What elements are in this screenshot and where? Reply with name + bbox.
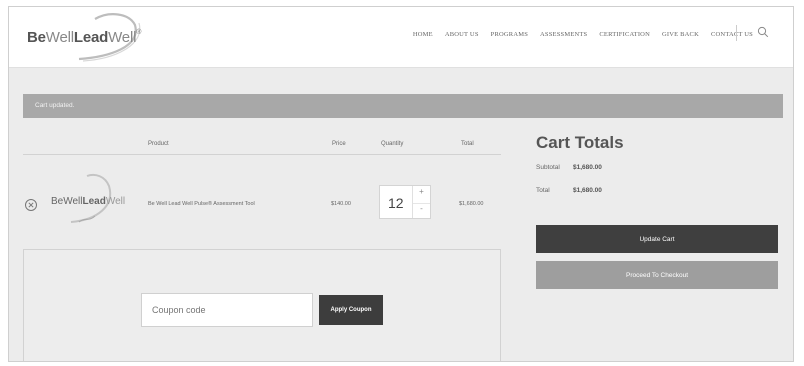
product-logo-lead: Lead <box>82 196 106 207</box>
table-header-divider <box>23 154 501 155</box>
subtotal-label: Subtotal <box>536 164 560 171</box>
browser-frame: BeWellLeadWell® HOME ABOUT US PROGRAMS A… <box>8 6 794 362</box>
remove-item-icon[interactable] <box>24 198 38 212</box>
logo-well: Well <box>45 29 74 46</box>
coupon-code-input[interactable] <box>141 293 313 327</box>
product-name-link[interactable]: Be Well Lead Well Pulse® Assessment Tool <box>148 201 255 207</box>
main-nav: HOME ABOUT US PROGRAMS ASSESSMENTS CERTI… <box>413 31 753 38</box>
nav-home[interactable]: HOME <box>413 31 433 38</box>
quantity-decrease-button[interactable]: - <box>413 203 430 220</box>
nav-certification[interactable]: CERTIFICATION <box>599 31 650 38</box>
col-header-price: Price <box>332 141 346 147</box>
nav-contact-us[interactable]: CONTACT US <box>711 31 753 38</box>
total-label: Total <box>536 187 550 194</box>
product-logo-text: BeWellLeadWell <box>51 196 125 207</box>
proceed-to-checkout-button[interactable]: Proceed To Checkout <box>536 261 778 289</box>
site-header: BeWellLeadWell® HOME ABOUT US PROGRAMS A… <box>9 7 793 68</box>
update-cart-button[interactable]: Update Cart <box>536 225 778 253</box>
col-header-product: Product <box>148 141 169 147</box>
nav-give-back[interactable]: GIVE BACK <box>662 31 699 38</box>
total-value: $1,680.00 <box>573 187 602 194</box>
product-logo-bewell: BeWell <box>51 196 83 207</box>
product-price: $140.00 <box>331 201 351 207</box>
quantity-stepper[interactable]: 12 + - <box>379 185 431 219</box>
subtotal-value: $1,680.00 <box>573 164 602 171</box>
product-logo-well: Well <box>105 196 126 207</box>
col-header-quantity: Quantity <box>381 141 404 147</box>
col-header-total: Total <box>461 141 474 147</box>
quantity-increase-button[interactable]: + <box>413 187 430 203</box>
logo-registered: ® <box>136 29 142 36</box>
cart-updated-notice: Cart updated. <box>23 94 783 118</box>
logo-be: Be <box>27 29 46 46</box>
nav-programs[interactable]: PROGRAMS <box>491 31 528 38</box>
quantity-value[interactable]: 12 <box>388 195 404 211</box>
product-line-total: $1,680.00 <box>459 201 484 207</box>
cart-totals-title: Cart Totals <box>536 133 624 152</box>
notice-text: Cart updated. <box>35 102 75 109</box>
nav-divider <box>736 25 737 41</box>
logo-lead: Lead <box>73 29 109 46</box>
site-logo[interactable]: BeWellLeadWell® <box>27 29 141 46</box>
nav-assessments[interactable]: ASSESSMENTS <box>540 31 587 38</box>
logo-well-2: Well <box>108 29 137 46</box>
nav-about-us[interactable]: ABOUT US <box>445 31 479 38</box>
apply-coupon-button[interactable]: Apply Coupon <box>319 295 383 325</box>
search-icon[interactable] <box>757 26 769 38</box>
